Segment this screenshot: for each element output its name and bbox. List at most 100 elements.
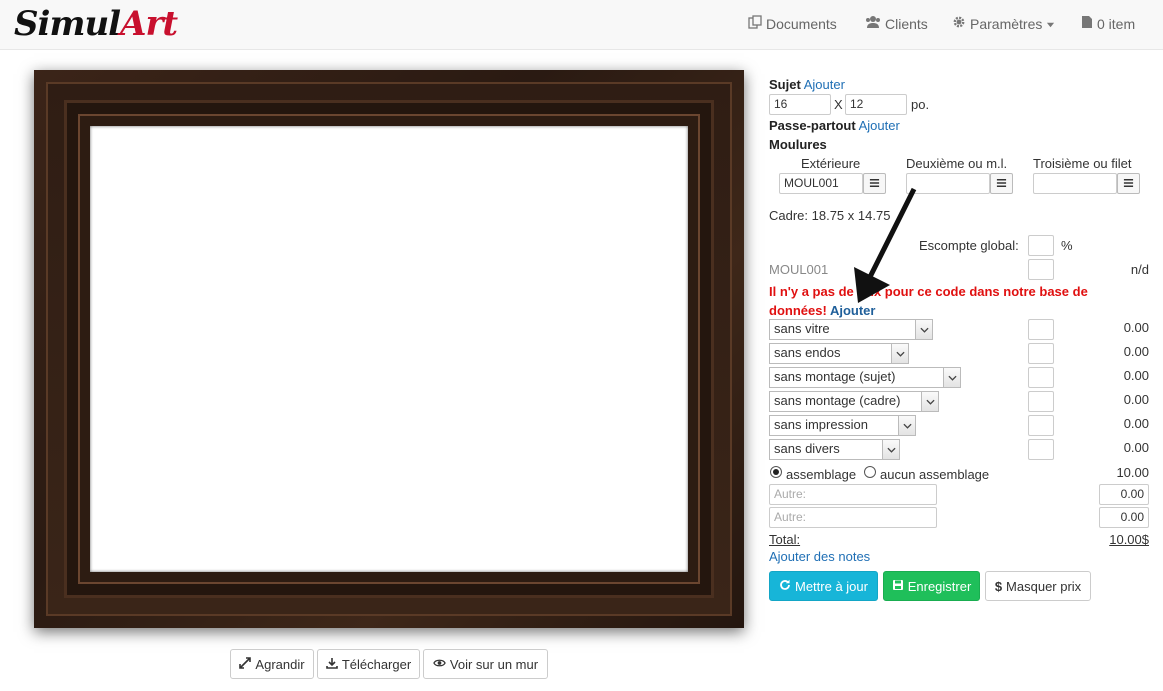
autre1-input[interactable]: Autre: <box>769 484 937 505</box>
brand-part2: Art <box>120 4 178 44</box>
nav-clients-label: Clients <box>885 15 928 32</box>
update-button[interactable]: Mettre à jour <box>769 571 878 601</box>
unit-label: po. <box>911 97 930 112</box>
list-icon <box>1123 176 1134 191</box>
annotation-arrow <box>854 187 917 303</box>
moulure-deux-list-button[interactable] <box>990 173 1013 194</box>
escompte-pct: % <box>1061 238 1073 253</box>
frame-opening <box>90 126 688 572</box>
option-qty-endos[interactable] <box>1028 343 1054 364</box>
nav-cart-label: 0 item <box>1097 15 1136 32</box>
chevron-down-icon <box>943 368 960 387</box>
total-value: 10.00$ <box>1109 532 1149 547</box>
save-button[interactable]: Enregistrer <box>883 571 980 601</box>
floppy-icon <box>892 579 904 594</box>
hide-price-button[interactable]: $ Masquer prix <box>985 571 1091 601</box>
option-qty-vitre[interactable] <box>1028 319 1054 340</box>
chevron-down-icon <box>898 416 915 435</box>
col-troisieme: Troisième ou filet <box>1033 156 1132 171</box>
moulures-label: Moulures <box>769 137 827 152</box>
width-input[interactable]: 16 <box>769 94 831 115</box>
dollar-icon: $ <box>994 578 1003 594</box>
refresh-icon <box>779 579 791 594</box>
assemblage-radio[interactable] <box>770 466 782 478</box>
option-price-montage-cadre: 0.00 <box>1123 392 1149 407</box>
agrandir-label: Agrandir <box>255 656 305 672</box>
price-warning-text: Il n'y a pas de prix pour ce code dans n… <box>769 284 1088 318</box>
price-warning: Il n'y a pas de prix pour ce code dans n… <box>769 282 1109 320</box>
update-label: Mettre à jour <box>795 578 868 594</box>
moulure-trois-list-button[interactable] <box>1117 173 1140 194</box>
passe-label: Passe-partout <box>769 118 856 133</box>
option-impression-label: sans impression <box>774 417 868 432</box>
option-select-montage-cadre[interactable]: sans montage (cadre) <box>769 391 939 412</box>
navbar: SimulArt Documents Clients Paramètres 0 … <box>0 0 1163 50</box>
telecharger-button[interactable]: Télécharger <box>317 649 420 679</box>
passe-row: Passe-partout Ajouter <box>769 118 900 133</box>
option-price-impression: 0.00 <box>1123 416 1149 431</box>
download-icon <box>326 657 338 672</box>
autre1-price-input[interactable]: 0.00 <box>1099 484 1149 505</box>
nav-cart[interactable]: 0 item <box>1081 15 1135 32</box>
users-icon <box>865 15 881 32</box>
escompte-input[interactable] <box>1028 235 1054 256</box>
chevron-down-icon <box>915 320 932 339</box>
option-select-vitre[interactable]: sans vitre <box>769 319 933 340</box>
option-price-divers: 0.00 <box>1123 440 1149 455</box>
aucun-assemblage-radio[interactable] <box>864 466 876 478</box>
option-vitre-label: sans vitre <box>774 321 830 336</box>
eye-icon <box>433 657 446 672</box>
passe-add-link[interactable]: Ajouter <box>859 118 900 133</box>
sujet-label: Sujet <box>769 77 801 92</box>
nav-parametres-label: Paramètres <box>970 15 1043 32</box>
gear-icon <box>952 15 966 32</box>
moulure-price: n/d <box>1130 262 1149 277</box>
brand-logo[interactable]: SimulArt <box>14 2 178 46</box>
assemblage-price: 10.00 <box>1116 465 1149 480</box>
option-price-endos: 0.00 <box>1123 344 1149 359</box>
voir-mur-label: Voir sur un mur <box>449 656 539 672</box>
assemblage-label: assemblage <box>786 467 857 482</box>
height-input[interactable]: 12 <box>845 94 907 115</box>
moulure-trois-input[interactable] <box>1033 173 1117 194</box>
caret-down-icon <box>1046 16 1055 32</box>
option-divers-label: sans divers <box>774 441 840 456</box>
aucun-assemblage-label: aucun assemblage <box>880 467 990 482</box>
option-select-impression[interactable]: sans impression <box>769 415 916 436</box>
nav-documents-label: Documents <box>766 15 837 32</box>
sujet-add-link[interactable]: Ajouter <box>804 77 845 92</box>
times-label: X <box>834 97 843 112</box>
option-endos-label: sans endos <box>774 345 841 360</box>
nav-parametres[interactable]: Paramètres <box>952 15 1055 32</box>
option-qty-impression[interactable] <box>1028 415 1054 436</box>
total-label: Total: <box>769 532 801 547</box>
option-select-divers[interactable]: sans divers <box>769 439 900 460</box>
escompte-label: Escompte global: <box>919 238 1019 253</box>
option-qty-montage-sujet[interactable] <box>1028 367 1054 388</box>
voir-mur-button[interactable]: Voir sur un mur <box>423 649 548 679</box>
file-icon <box>1081 15 1093 32</box>
telecharger-label: Télécharger <box>341 656 412 672</box>
autre2-price-input[interactable]: 0.00 <box>1099 507 1149 528</box>
list-icon <box>996 176 1007 191</box>
add-notes-link[interactable]: Ajouter des notes <box>769 549 870 564</box>
nav-documents[interactable]: Documents <box>748 15 837 32</box>
option-select-endos[interactable]: sans endos <box>769 343 909 364</box>
frame-preview <box>34 70 744 628</box>
option-qty-divers[interactable] <box>1028 439 1054 460</box>
agrandir-button[interactable]: Agrandir <box>230 649 314 679</box>
moulure-code: MOUL001 <box>769 262 829 277</box>
col-deuxieme: Deuxième ou m.l. <box>906 156 1008 171</box>
option-montage-sujet-label: sans montage (sujet) <box>774 369 896 384</box>
option-select-montage-sujet[interactable]: sans montage (sujet) <box>769 367 961 388</box>
sujet-row: Sujet Ajouter <box>769 77 845 92</box>
nav-clients[interactable]: Clients <box>865 15 928 32</box>
moulure-qty-input[interactable] <box>1028 259 1054 280</box>
chevron-down-icon <box>882 440 899 459</box>
chevron-down-icon <box>921 392 938 411</box>
save-label: Enregistrer <box>907 578 972 594</box>
documents-icon <box>748 15 762 32</box>
expand-icon <box>239 656 252 672</box>
autre2-input[interactable]: Autre: <box>769 507 937 528</box>
option-qty-montage-cadre[interactable] <box>1028 391 1054 412</box>
